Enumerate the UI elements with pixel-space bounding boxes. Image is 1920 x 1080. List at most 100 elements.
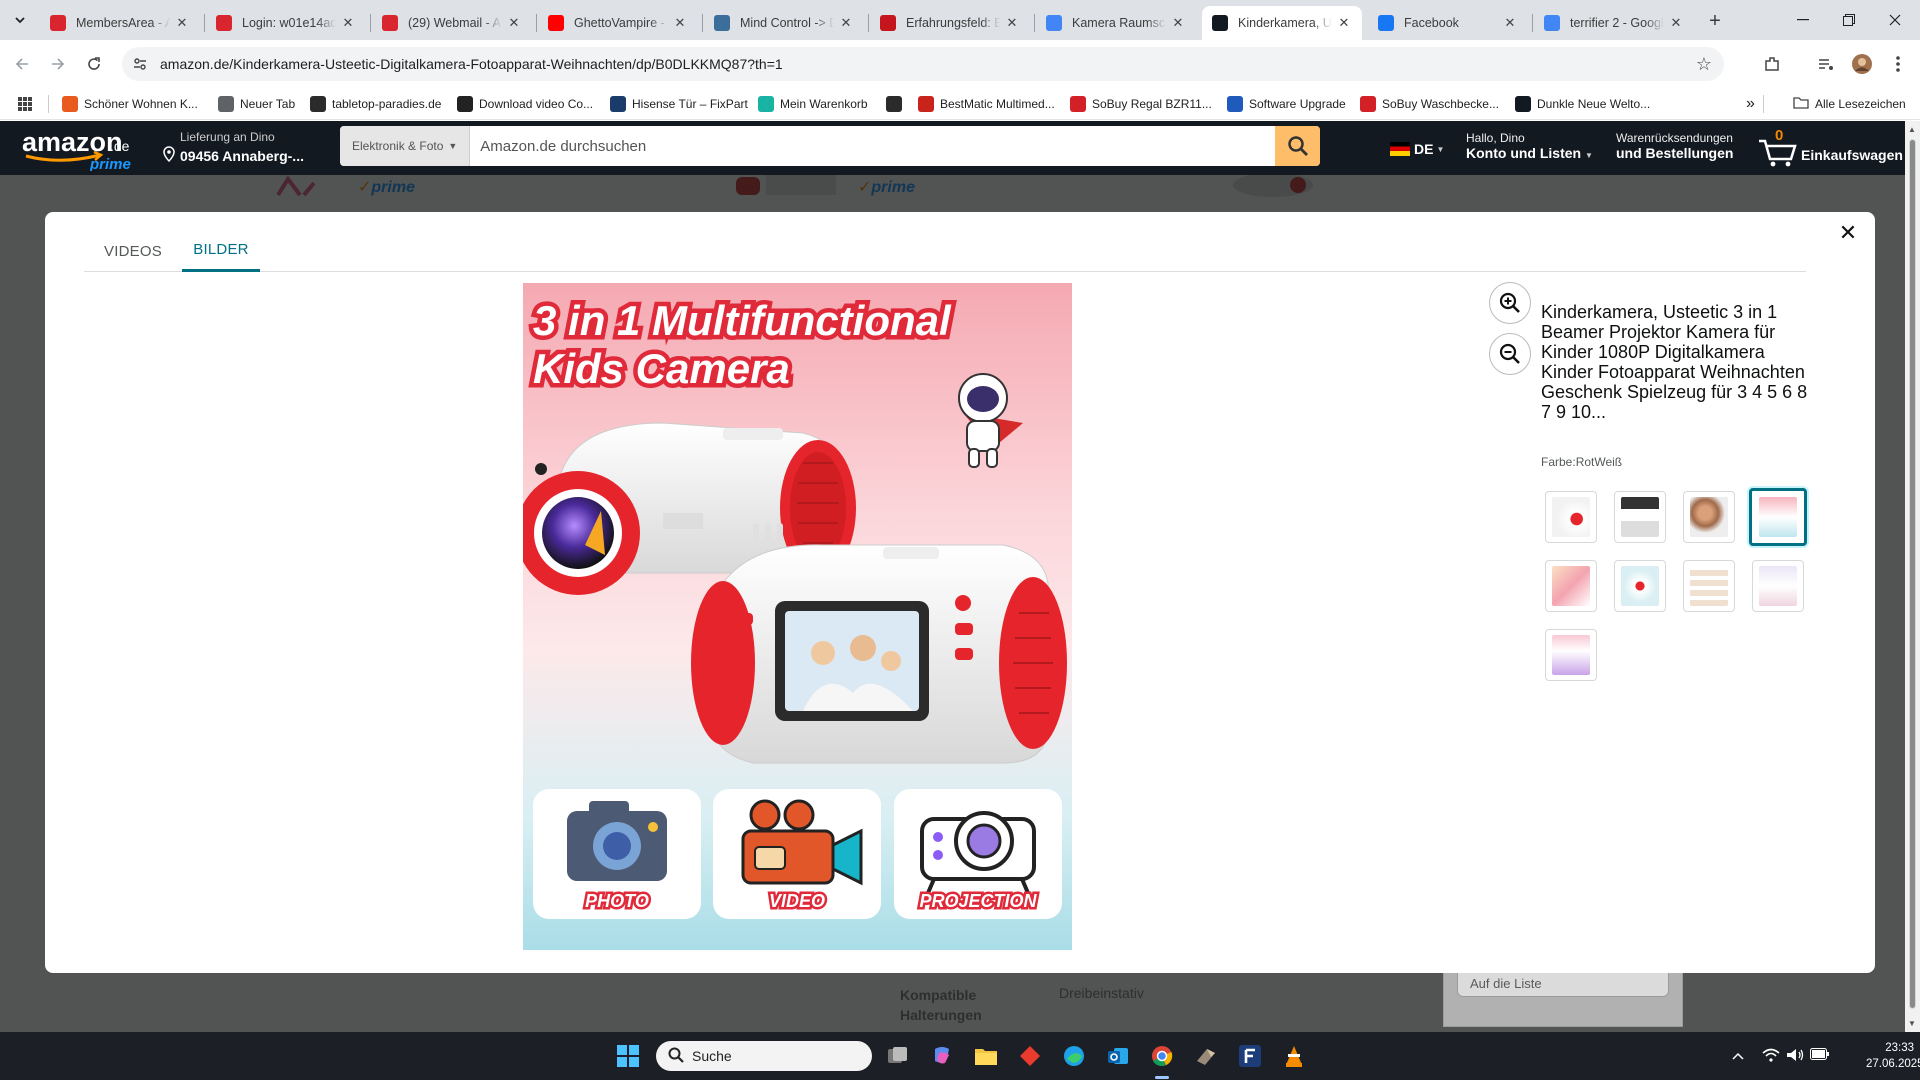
tab-close-icon[interactable]: ✕ <box>1004 15 1020 31</box>
profile-avatar[interactable] <box>1850 52 1874 76</box>
back-button[interactable] <box>8 50 36 78</box>
browser-tab[interactable]: Kamera Raumschi ✕ <box>1036 6 1196 40</box>
thumbnail-8[interactable] <box>1752 560 1804 612</box>
thumbnail-5[interactable] <box>1545 560 1597 612</box>
modal-close-button[interactable]: ✕ <box>1833 218 1863 248</box>
cart-button[interactable]: 0 Einkaufswagen <box>1757 127 1903 167</box>
edge-icon[interactable] <box>1060 1042 1088 1070</box>
thumbnail-9[interactable] <box>1545 629 1597 681</box>
outlook-icon[interactable] <box>1104 1042 1132 1070</box>
extensions-icon[interactable] <box>1760 52 1784 76</box>
restore-icon[interactable] <box>1826 0 1872 40</box>
chrome-icon[interactable] <box>1148 1042 1176 1070</box>
minimize-icon[interactable] <box>1780 0 1826 40</box>
thumbnail-3[interactable] <box>1683 491 1735 543</box>
bookmark-item[interactable]: Hisense Tür – FixPart <box>610 94 748 114</box>
tab-close-icon[interactable]: ✕ <box>1170 15 1186 31</box>
tab-close-icon[interactable]: ✕ <box>340 15 356 31</box>
wifi-icon[interactable] <box>1762 1048 1780 1065</box>
new-tab-button[interactable]: + <box>1702 8 1728 34</box>
tab-bilder[interactable]: BILDER <box>182 230 260 272</box>
bookmark-item[interactable]: SoBuy Waschbecke... <box>1360 94 1499 114</box>
bookmark-label: SoBuy Waschbecke... <box>1382 97 1499 111</box>
more-bookmarks-button[interactable]: » <box>1746 94 1755 114</box>
search-button[interactable] <box>1275 126 1320 166</box>
bookmark-item[interactable]: BestMatic Multimed... <box>918 94 1055 114</box>
scroll-up-icon[interactable]: ▲ <box>1908 125 1916 134</box>
zoom-in-button[interactable] <box>1489 282 1531 324</box>
tab-close-icon[interactable]: ✕ <box>506 15 522 31</box>
tab-separator <box>370 14 371 32</box>
bookmark-item[interactable]: tabletop-paradies.de <box>310 94 441 114</box>
red-diamond-app-icon[interactable] <box>1016 1042 1044 1070</box>
window-close-icon[interactable] <box>1872 0 1918 40</box>
scroll-down-icon[interactable]: ▼ <box>1908 1019 1916 1028</box>
product-main-image[interactable]: 3 in 1 Multifunctional Kids Camera PHOTO… <box>523 283 1072 950</box>
show-hidden-icons[interactable] <box>1732 1048 1744 1063</box>
battery-icon[interactable] <box>1810 1048 1830 1063</box>
tab-close-icon[interactable]: ✕ <box>1668 15 1684 31</box>
forward-button[interactable] <box>44 50 72 78</box>
scrollbar-thumb[interactable] <box>1909 139 1916 1009</box>
browser-tab[interactable]: terrifier 2 - Googl ✕ <box>1534 6 1694 40</box>
bookmark-item[interactable]: Dunkle Neue Welto... <box>1515 94 1650 114</box>
chrome-menu-icon[interactable] <box>1886 52 1910 76</box>
vlc-icon[interactable] <box>1280 1042 1308 1070</box>
google-icon <box>1046 15 1062 31</box>
account-lists-menu[interactable]: Hallo, Dino Konto und Listen ▼ <box>1466 131 1593 161</box>
browser-tab[interactable]: GhettoVampire - I ✕ <box>538 6 698 40</box>
browser-tab[interactable]: Login: w01e14ad ✕ <box>206 6 366 40</box>
bookmark-item[interactable]: Download video Co... <box>457 94 593 114</box>
tab-close-icon[interactable]: ✕ <box>174 15 190 31</box>
thumbnail-2[interactable] <box>1614 491 1666 543</box>
thumbnail-1[interactable] <box>1545 491 1597 543</box>
site-info-icon[interactable] <box>126 50 154 78</box>
all-bookmarks-button[interactable]: Alle Lesezeichen <box>1793 94 1906 114</box>
language-selector[interactable]: DE ▼ <box>1390 141 1444 157</box>
wordpress-icon <box>714 15 730 31</box>
reload-button[interactable] <box>80 50 108 78</box>
browser-tab[interactable]: Kinderkamera, Ust ✕ <box>1202 6 1362 40</box>
bookmark-item[interactable] <box>886 94 908 114</box>
tab-close-icon[interactable]: ✕ <box>1502 15 1518 31</box>
browser-tab[interactable]: Erfahrungsfeld: Er ✕ <box>870 6 1030 40</box>
media-control-icon[interactable] <box>1814 52 1838 76</box>
tab-close-icon[interactable]: ✕ <box>838 15 854 31</box>
zoom-out-button[interactable] <box>1489 333 1531 375</box>
bookmark-item[interactable]: Neuer Tab <box>218 94 295 114</box>
amazon-logo[interactable]: amazon .de prime <box>20 127 140 173</box>
search-input[interactable]: Amazon.de durchsuchen <box>470 126 1275 166</box>
lens-app-icon[interactable] <box>1192 1042 1220 1070</box>
copilot-icon[interactable] <box>928 1042 956 1070</box>
tab-search-button[interactable] <box>8 8 32 32</box>
taskbar-search[interactable]: Suche <box>656 1041 872 1071</box>
page-scrollbar[interactable]: ▲ ▼ <box>1905 121 1920 1032</box>
apps-grid-icon[interactable] <box>18 94 32 114</box>
browser-tab[interactable]: Mind Control -> D ✕ <box>704 6 864 40</box>
tab-videos[interactable]: VIDEOS <box>84 230 182 272</box>
thumbnail-4-selected[interactable] <box>1749 488 1807 546</box>
task-view-icon[interactable] <box>884 1042 912 1070</box>
windows-start-icon[interactable] <box>614 1042 642 1070</box>
bookmark-item[interactable]: Schöner Wohnen K... <box>62 94 198 114</box>
bookmark-item[interactable]: SoBuy Regal BZR11... <box>1070 94 1212 114</box>
tab-close-icon[interactable]: ✕ <box>1336 15 1352 31</box>
browser-tab[interactable]: MembersArea - AI ✕ <box>40 6 200 40</box>
thumbnail-7[interactable] <box>1683 560 1735 612</box>
thumbnail-6[interactable] <box>1614 560 1666 612</box>
bookmark-item[interactable]: Software Upgrade <box>1227 94 1346 114</box>
taskbar-clock[interactable]: 23:33 27.06.2025 <box>1866 1040 1920 1072</box>
f-app-icon[interactable] <box>1236 1042 1264 1070</box>
delivery-location[interactable]: Lieferung an Dino 09456 Annaberg-... <box>162 130 304 165</box>
bookmark-item[interactable]: Mein Warenkorb <box>758 94 868 114</box>
search-category-dropdown[interactable]: Elektronik & Foto ▼ <box>340 126 471 166</box>
bookmark-star-icon[interactable]: ☆ <box>1696 54 1712 75</box>
returns-orders-link[interactable]: Warenrücksendungen und Bestellungen <box>1616 131 1733 161</box>
tab-close-icon[interactable]: ✕ <box>672 15 688 31</box>
volume-icon[interactable] <box>1786 1048 1804 1065</box>
browser-tab[interactable]: Facebook ✕ <box>1368 6 1528 40</box>
feature-label-projection: PROJECTION <box>919 891 1037 911</box>
browser-tab[interactable]: (29) Webmail - AI ✕ <box>372 6 532 40</box>
address-bar[interactable]: amazon.de/Kinderkamera-Usteetic-Digitalk… <box>122 47 1724 81</box>
file-explorer-icon[interactable] <box>972 1042 1000 1070</box>
